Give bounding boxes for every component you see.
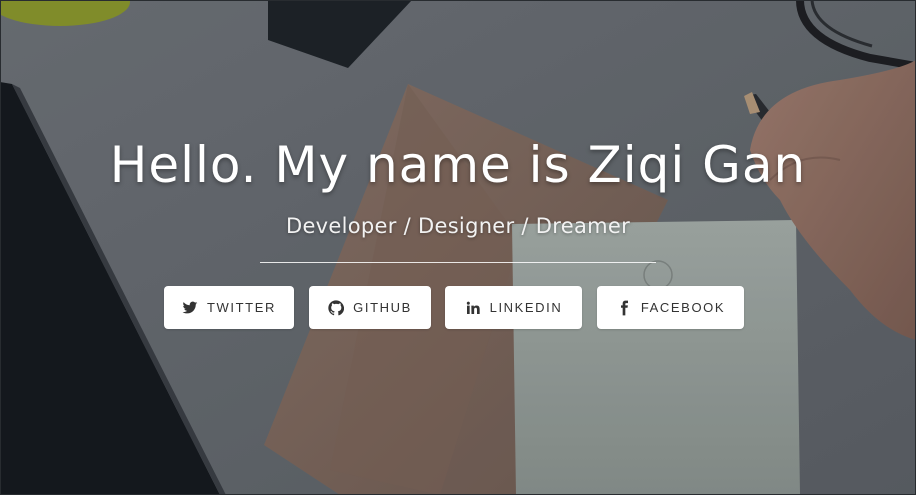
hero-divider: [260, 262, 656, 263]
github-label: GITHUB: [353, 300, 412, 315]
hero-title: Hello. My name is Ziqi Gan: [109, 136, 807, 194]
hero-subtitle: Developer / Designer / Dreamer: [285, 214, 631, 238]
hero-section: Hello. My name is Ziqi Gan Developer / D…: [0, 0, 916, 495]
github-button[interactable]: GITHUB: [309, 286, 431, 329]
facebook-icon: [616, 300, 632, 316]
twitter-button[interactable]: TWITTER: [164, 286, 294, 329]
linkedin-icon: [465, 300, 481, 316]
twitter-label: TWITTER: [207, 300, 276, 315]
facebook-label: FACEBOOK: [640, 300, 726, 315]
github-icon: [328, 299, 345, 316]
twitter-icon: [182, 300, 198, 316]
linkedin-label: LINKEDIN: [489, 300, 563, 315]
linkedin-button[interactable]: LINKEDIN: [445, 286, 582, 329]
facebook-button[interactable]: FACEBOOK: [597, 286, 744, 329]
